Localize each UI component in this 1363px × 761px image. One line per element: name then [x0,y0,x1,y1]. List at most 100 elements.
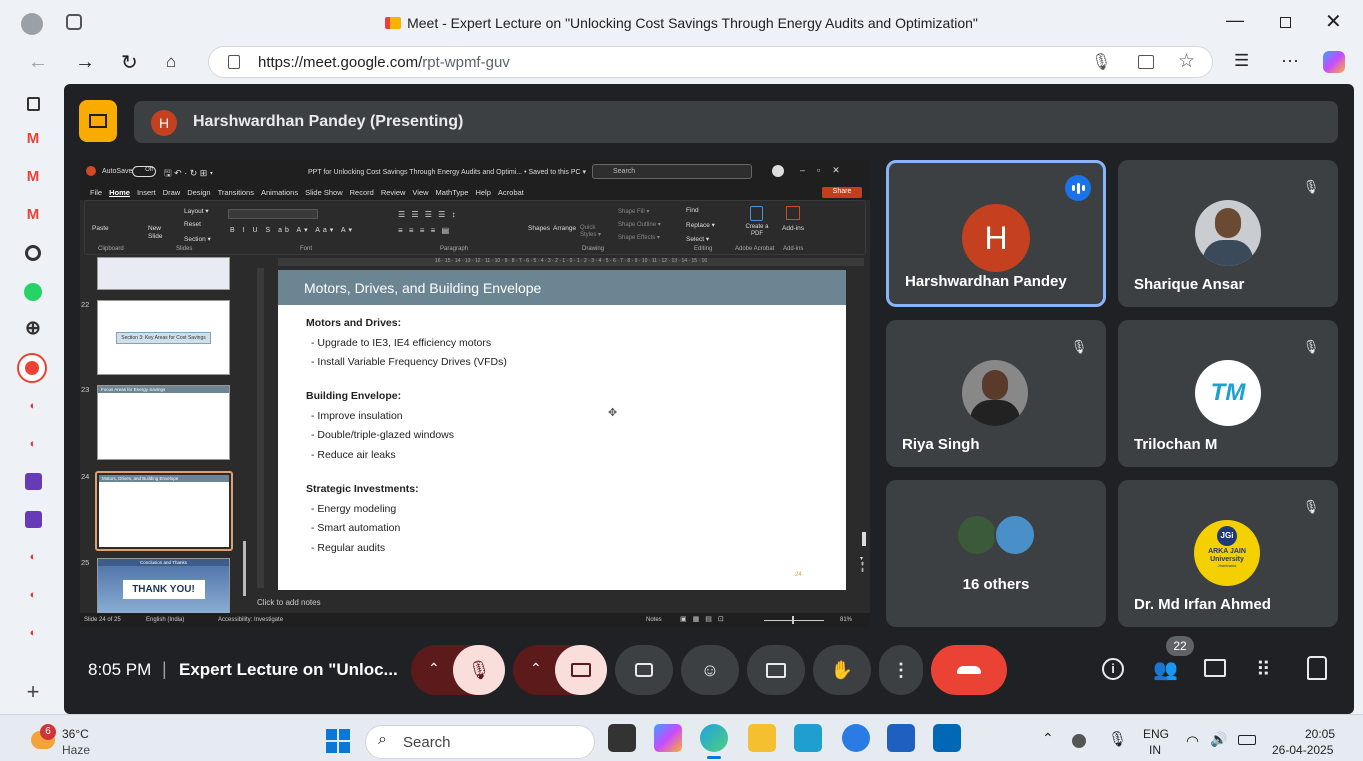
camera-toggle-button[interactable] [555,645,607,695]
menu-insert[interactable]: Insert [137,188,156,197]
thumbnail-22[interactable]: Section 3: Key Areas for Cost Savings [97,300,230,375]
ribbon-create-pdf[interactable]: Create a PDF [744,224,770,238]
menu-view[interactable]: View [412,188,428,197]
meeting-info-icon[interactable]: i [1102,658,1124,680]
copilot-taskbar-icon[interactable] [654,724,682,752]
tray-mic-icon[interactable]: 🎙 [1108,730,1127,748]
favorites-icon[interactable]: ☰ [1234,51,1249,71]
ribbon-quick-styles[interactable]: Quick Styles ▾ [580,225,602,239]
ribbon-shape-outline[interactable]: Shape Outline ▾ [618,221,661,228]
app-available-icon[interactable] [1138,55,1154,69]
chat-icon[interactable] [1204,659,1226,677]
status-view-buttons[interactable]: ▣▦▤⊡ [680,615,730,623]
home-button[interactable]: ⌂ [166,52,176,72]
ribbon-select[interactable]: Select ▾ [686,235,709,243]
menu-mathtype[interactable]: MathType [436,188,469,197]
menu-file[interactable]: File [90,188,102,197]
others-tile[interactable]: 16 others [886,480,1106,627]
site-info-icon[interactable] [228,55,240,69]
more-options-button[interactable]: ⋮ [879,645,923,695]
autosave-toggle[interactable]: Off [132,166,156,177]
zoom-thumb[interactable] [792,616,794,624]
participant-tile[interactable]: JGi ARKA JAIN University Jharkhand 🎙 Dr.… [1118,480,1338,627]
menu-home[interactable]: Home [109,188,130,197]
ribbon-shape-fill[interactable]: Shape Fill ▾ [618,208,649,215]
mic-app-icon-5[interactable]: ◐ [21,621,45,645]
activities-icon[interactable]: ⠿ [1256,657,1271,682]
close-window-button[interactable]: ✕ [1325,9,1342,34]
mic-app-icon-2[interactable]: ◐ [21,432,45,456]
thumb-scrollbar[interactable] [243,541,246,596]
status-accessibility[interactable]: Accessibility: Investigate [218,617,283,623]
captions-button[interactable] [615,645,673,695]
menu-review[interactable]: Review [381,188,406,197]
menu-animations[interactable]: Animations [261,188,298,197]
intel-icon[interactable] [933,724,961,752]
menu-acrobat[interactable]: Acrobat [498,188,524,197]
reload-button[interactable]: ↻ [121,50,138,75]
ribbon-addins[interactable]: Add-ins [782,225,804,232]
menu-design[interactable]: Design [187,188,210,197]
restore-button[interactable] [1280,17,1291,28]
participant-tile[interactable]: 🎙 Riya Singh [886,320,1106,467]
wifi-icon[interactable]: ◠ [1186,732,1199,750]
edge-taskbar-icon[interactable] [700,724,728,752]
status-notes-button[interactable]: Notes [646,617,662,623]
gmail-icon-3[interactable]: M [21,202,45,226]
more-menu-icon[interactable]: ··· [1281,50,1299,71]
menu-draw[interactable]: Draw [163,188,181,197]
back-button[interactable]: ← [28,51,48,74]
notes-pane[interactable]: Click to add notes [257,598,321,607]
ribbon-reset[interactable]: Reset [184,221,201,228]
thumbnail-21[interactable] [97,257,230,290]
mic-app-icon-4[interactable]: ◐ [21,583,45,607]
favorite-star-icon[interactable]: ☆ [1178,50,1195,73]
add-sidebar-icon[interactable]: + [21,679,45,704]
slide-scrollbar[interactable] [862,532,866,546]
participant-tile-active[interactable]: H Harshwardhan Pandey [886,160,1106,307]
gmail-icon[interactable]: M [21,126,45,150]
mic-app-icon[interactable]: ◐ [21,394,45,418]
ppt-user-icon[interactable] [772,165,784,177]
menu-transitions[interactable]: Transitions [218,188,254,197]
menu-slideshow[interactable]: Slide Show [305,188,343,197]
mic-icon[interactable]: 🎙 [1091,52,1111,72]
taskbar-search[interactable] [365,725,595,759]
myhp-icon[interactable] [794,724,822,752]
mic-toggle-button[interactable]: 🎙 [453,645,505,695]
mic-app-icon-3[interactable]: ◐ [21,545,45,569]
ribbon-shapes[interactable]: Shapes [528,225,550,232]
clock-time[interactable]: 20:05 [1305,727,1335,741]
battery-icon[interactable] [1238,735,1256,745]
scroll-arrows[interactable]: ▾ ⇞ ⇟ [860,556,865,574]
participant-tile[interactable]: TM 🎙 Trilochan M [1118,320,1338,467]
forms-icon[interactable] [21,469,45,493]
quick-access-icons[interactable]: 🖫 ↶ · ↻ ⊞ ▾ [164,166,213,182]
thumbnail-25[interactable]: Conclusion and Thanks THANK YOU! [97,558,230,618]
minimize-button[interactable]: — [1226,10,1244,31]
whatsapp-icon[interactable] [21,280,45,304]
gmail-icon-2[interactable]: M [21,164,45,188]
reactions-button[interactable]: ☺ [681,645,739,695]
ribbon-align-tools[interactable]: ≡ ≡ ≡ ≡ ▤ [398,226,451,235]
clock-date[interactable]: 26-04-2025 [1272,743,1333,757]
ribbon-paragraph-tools[interactable]: ☰ ☰ ☰ ☰ ↕ [398,210,458,219]
lang-top[interactable]: ENG [1143,727,1169,741]
stop-presenting-icon[interactable] [79,100,117,142]
menu-record[interactable]: Record [350,188,374,197]
ppt-search[interactable]: Search [592,164,752,179]
forward-button[interactable]: → [75,51,95,74]
status-zoom[interactable]: 81% [840,617,852,623]
thumbnail-23[interactable]: Focus Areas for Energy Savings [97,385,230,460]
ribbon-arrange[interactable]: Arrange [553,225,576,232]
status-language[interactable]: English (India) [146,617,184,623]
present-button[interactable] [747,645,805,695]
tray-chevron-icon[interactable]: ⌃ [1042,730,1054,747]
task-view-icon[interactable] [608,724,636,752]
ppt-window-controls[interactable]: –▫✕ [800,165,852,176]
copilot-icon[interactable] [1323,51,1345,73]
ribbon-new-slide[interactable]: New Slide [148,225,170,241]
participant-tile[interactable]: 🎙 Sharique Ansar [1118,160,1338,307]
url-text[interactable]: https://meet.google.com/rpt-wpmf-guv [258,54,510,71]
tab-actions-icon[interactable] [21,92,45,116]
